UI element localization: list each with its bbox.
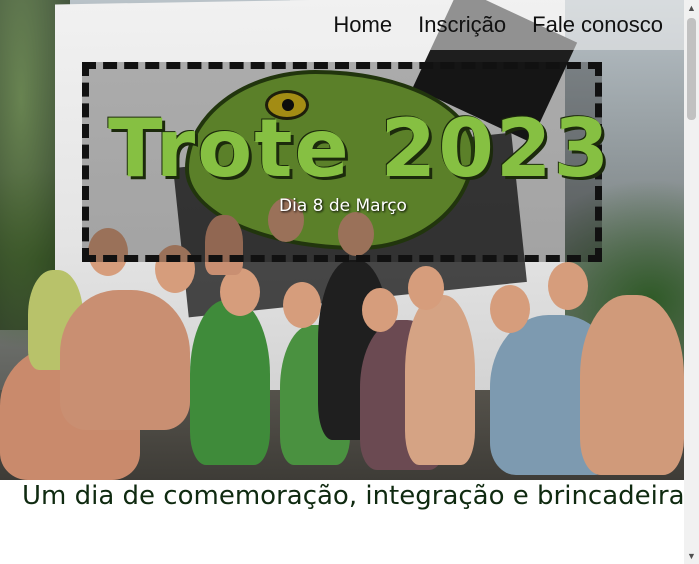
person [405, 295, 475, 465]
scrollbar-thumb[interactable] [687, 18, 696, 120]
person [60, 290, 190, 430]
tagline: Um dia de comemoração, integração e brin… [22, 481, 699, 511]
page-title: Trote 2023 [108, 102, 612, 195]
chevron-up-icon[interactable]: ▲ [684, 0, 699, 16]
person-head [362, 288, 398, 332]
nav-link-fale-conosco[interactable]: Fale conosco [532, 12, 663, 38]
person-head [490, 285, 530, 333]
person-head [548, 262, 588, 310]
event-date: Dia 8 de Março [279, 196, 407, 216]
chevron-down-icon[interactable]: ▼ [684, 548, 699, 564]
person-head [220, 268, 260, 316]
person-head [408, 266, 444, 310]
person [190, 300, 270, 465]
top-nav: Home Inscrição Fale conosco [333, 0, 684, 50]
nav-link-home[interactable]: Home [333, 12, 392, 38]
scrollbar[interactable]: ▲ ▼ [684, 0, 699, 564]
person-head [283, 282, 321, 328]
person [580, 295, 684, 475]
nav-link-inscricao[interactable]: Inscrição [418, 12, 506, 38]
